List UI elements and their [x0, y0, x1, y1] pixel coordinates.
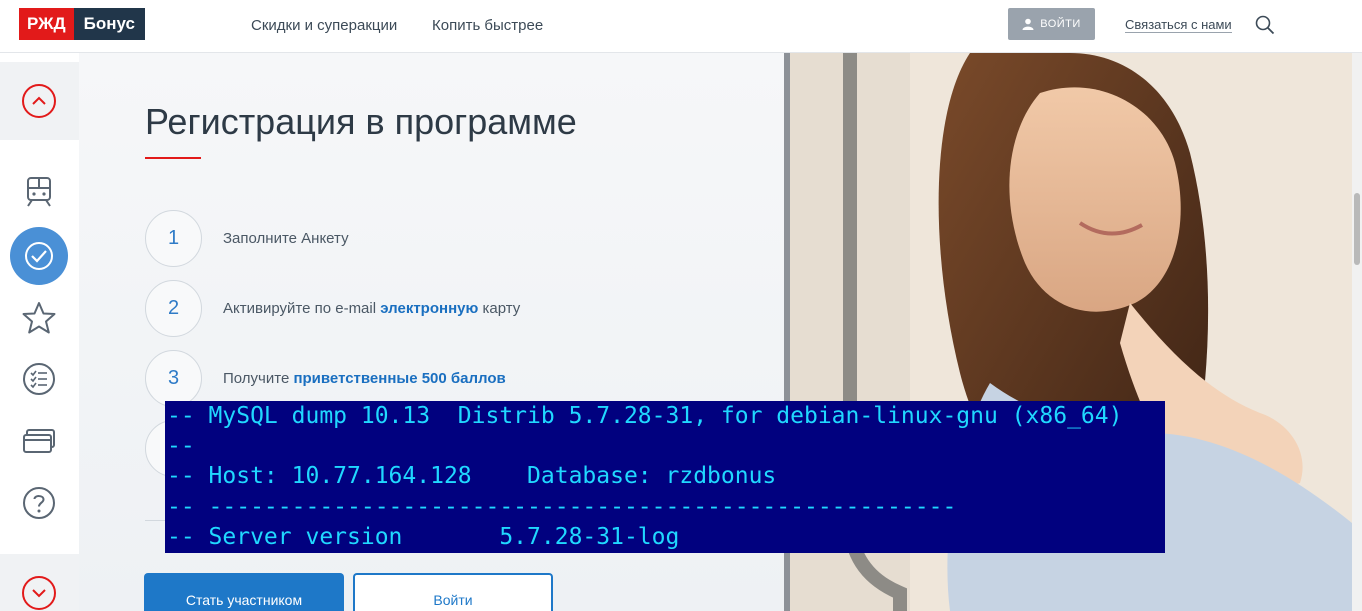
- step-item: 3 Получите приветственные 500 баллов: [145, 349, 506, 407]
- chevron-down-icon[interactable]: [22, 576, 56, 610]
- train-icon[interactable]: [21, 174, 57, 210]
- step-text-before: Получите: [223, 369, 294, 387]
- left-sidebar: [0, 62, 79, 611]
- scrollbar-thumb[interactable]: [1354, 193, 1360, 265]
- step-number: 1: [145, 209, 202, 267]
- title-underline: [145, 157, 201, 159]
- step-text-label: Заполните Анкету: [223, 229, 349, 247]
- terminal-line: -- Server version 5.7.28-31-log: [167, 523, 680, 550]
- help-icon[interactable]: [21, 485, 57, 521]
- check-circle-icon[interactable]: [10, 227, 68, 285]
- search-icon[interactable]: [1254, 14, 1276, 36]
- mysql-dump-overlay: -- MySQL dump 10.13 Distrib 5.7.28-31, f…: [165, 401, 1165, 553]
- terminal-line: -- MySQL dump 10.13 Distrib 5.7.28-31, f…: [167, 403, 1123, 429]
- user-icon: [1022, 18, 1034, 30]
- signin-button[interactable]: Войти: [353, 573, 553, 611]
- star-icon[interactable]: [21, 300, 57, 336]
- step-text-after: карту: [478, 299, 521, 317]
- header-login-button[interactable]: ВОЙТИ: [1008, 8, 1095, 40]
- header-login-label: ВОЙТИ: [1040, 18, 1081, 30]
- cards-icon[interactable]: [21, 423, 57, 459]
- step-text-before: Активируйте по e-mail: [223, 299, 381, 317]
- terminal-line: -- Host: 10.77.164.128 Database: rzdbonu…: [167, 463, 777, 490]
- join-button[interactable]: Стать участником: [144, 573, 344, 611]
- electronic-card-link[interactable]: электронную: [380, 300, 478, 317]
- step-text: Заполните Анкету: [223, 230, 349, 247]
- page-scrollbar[interactable]: [1352, 53, 1362, 611]
- terminal-line: --: [167, 433, 195, 460]
- logo-bonus: Бонус: [73, 8, 145, 40]
- checklist-icon[interactable]: [21, 361, 57, 397]
- sidebar-bottom-panel: [0, 554, 79, 611]
- chevron-up-icon[interactable]: [22, 84, 56, 118]
- step-item: 2 Активируйте по e-mail электронную карт…: [145, 279, 520, 337]
- welcome-points-link[interactable]: приветственные 500 баллов: [293, 370, 505, 387]
- top-header: РЖД Бонус Скидки и суперакции Копить быс…: [0, 0, 1362, 53]
- step-text: Активируйте по e-mail электронную карту: [223, 300, 520, 317]
- step-number: 3: [145, 349, 202, 407]
- terminal-line: -- -------------------------------------…: [167, 493, 957, 520]
- step-number: 2: [145, 279, 202, 337]
- contact-us-link[interactable]: Связаться с нами: [1125, 17, 1232, 33]
- nav-earn-faster[interactable]: Копить быстрее: [432, 17, 543, 34]
- step-text: Получите приветственные 500 баллов: [223, 370, 506, 387]
- rzd-bonus-logo[interactable]: РЖД Бонус: [19, 8, 145, 40]
- sidebar-top-panel: [0, 62, 79, 140]
- logo-rzd: РЖД: [19, 8, 74, 40]
- nav-discounts[interactable]: Скидки и суперакции: [251, 17, 397, 34]
- step-item: 1 Заполните Анкету: [145, 209, 349, 267]
- page-title: Регистрация в программе: [145, 101, 577, 142]
